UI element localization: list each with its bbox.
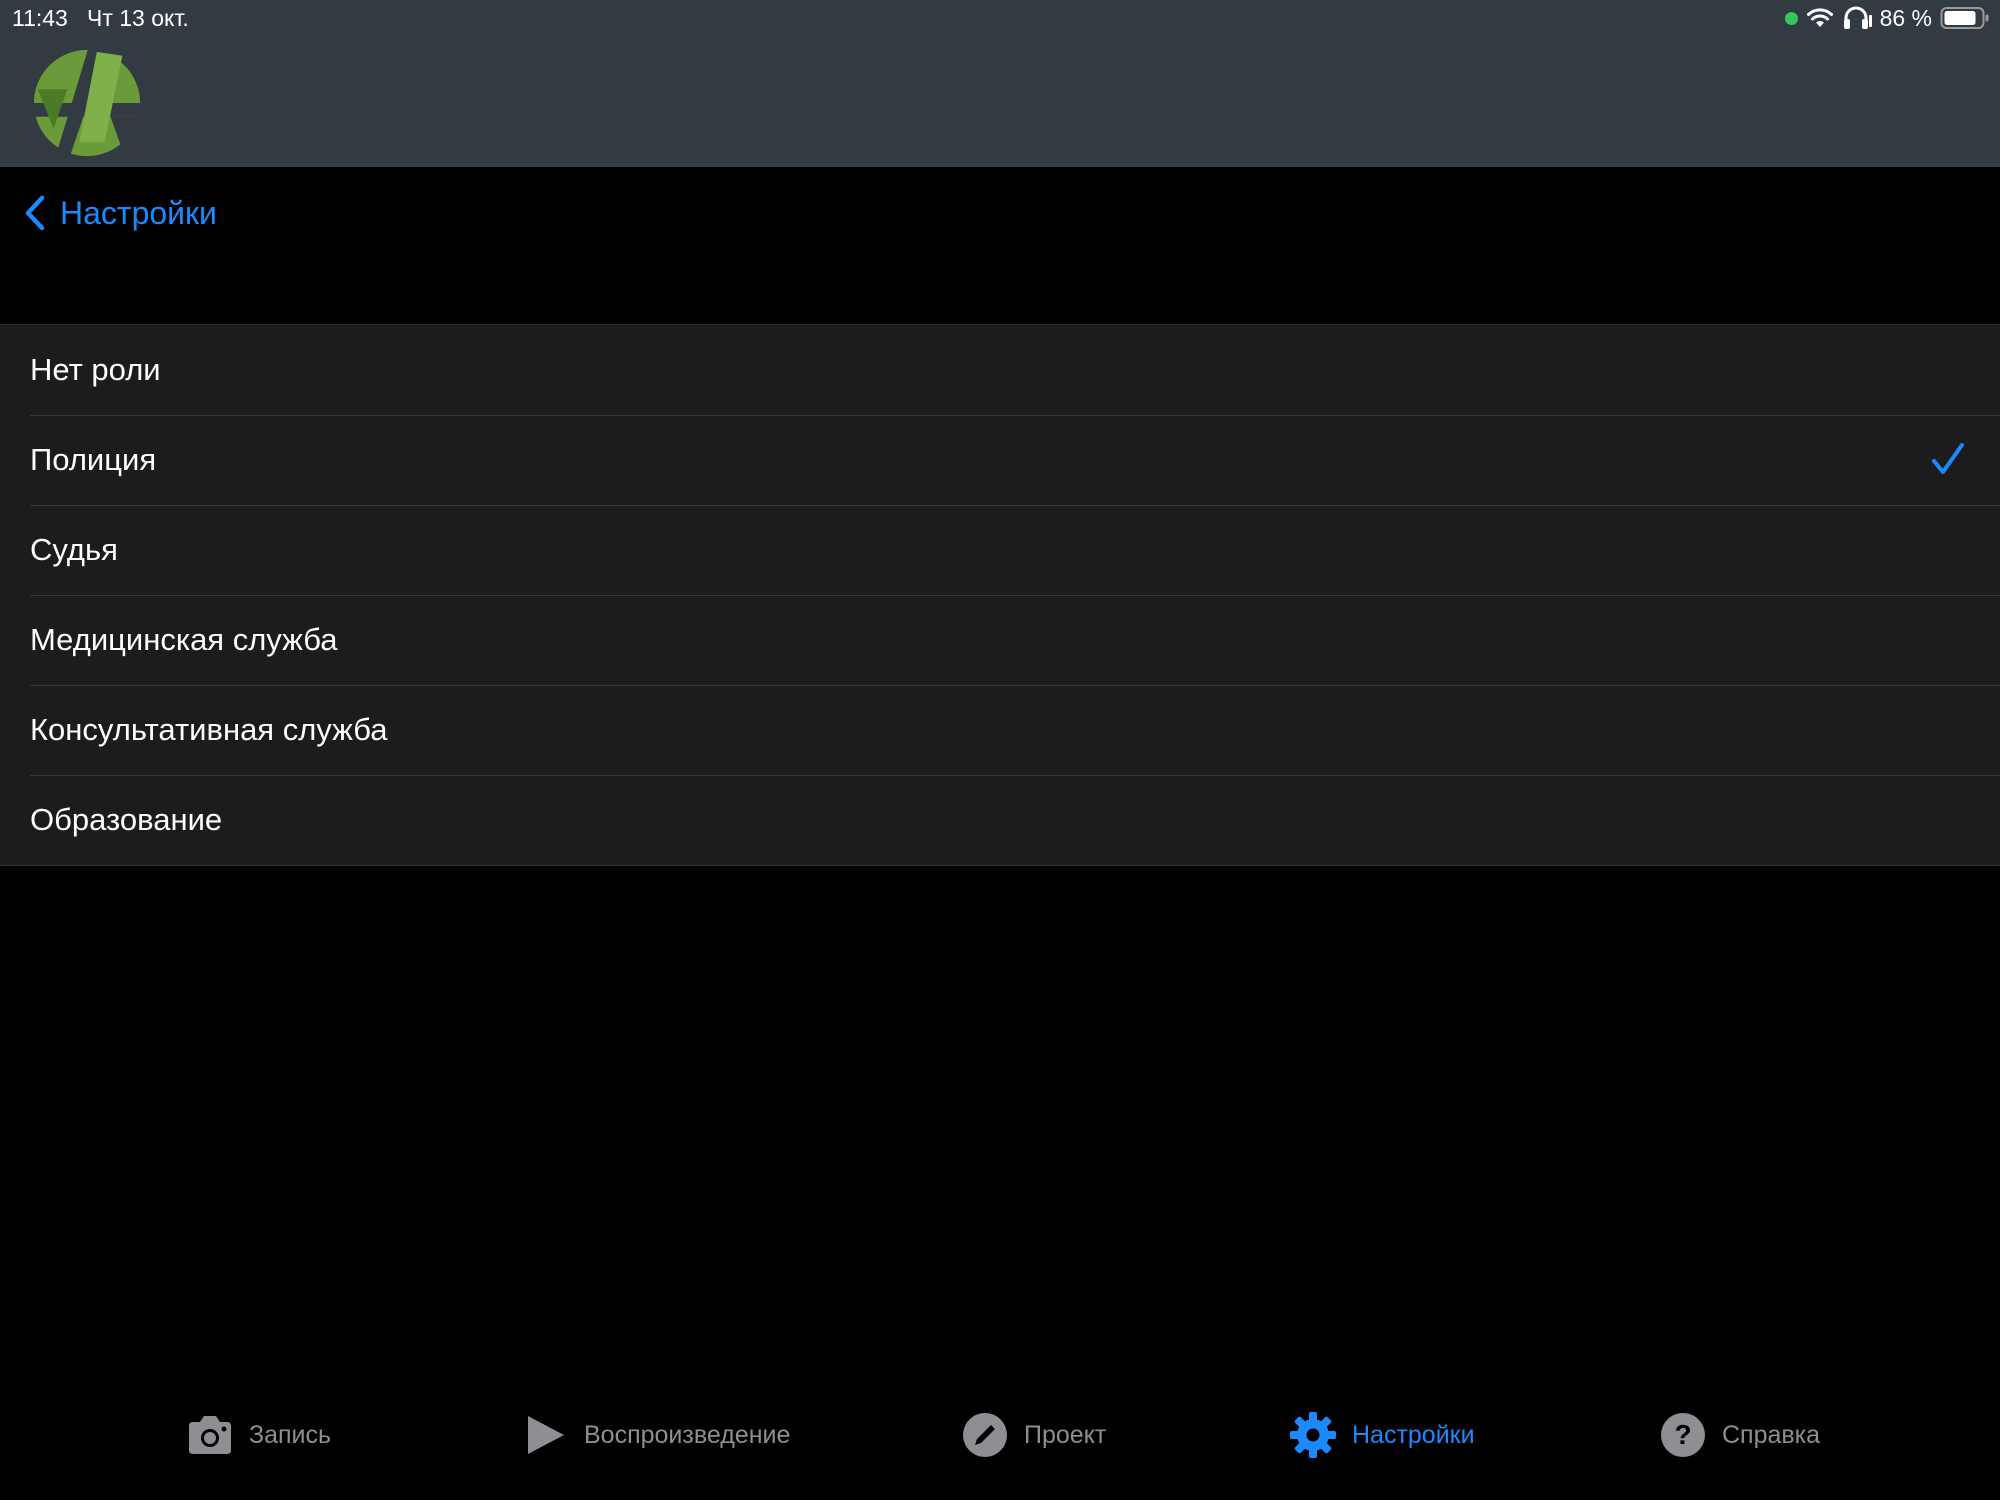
- role-row-counseling[interactable]: Консультативная служба: [0, 685, 2000, 776]
- checkmark-icon: [1932, 443, 1964, 474]
- tab-label: Воспроизведение: [584, 1420, 791, 1449]
- tab-bar: Запись Воспроизведение Проект Настройки …: [0, 1380, 2000, 1500]
- svg-text:?: ?: [1674, 1419, 1691, 1450]
- tab-settings[interactable]: Настройки: [1288, 1410, 1475, 1460]
- screen: 11:43 Чт 13 окт. 86 % Настройки Нет роли…: [0, 0, 2000, 1500]
- battery-percent: 86 %: [1879, 4, 1932, 31]
- role-label: Судья: [30, 532, 118, 567]
- role-label: Медицинская служба: [30, 622, 338, 657]
- play-icon: [528, 1416, 564, 1454]
- headphones-icon: [1843, 6, 1872, 29]
- back-label: Настройки: [60, 194, 217, 231]
- wifi-icon: [1806, 8, 1833, 27]
- back-button[interactable]: Настройки: [22, 190, 217, 236]
- mic-active-dot: [1784, 11, 1798, 25]
- role-label: Полиция: [30, 442, 157, 477]
- tab-label: Настройки: [1352, 1420, 1475, 1449]
- chevron-left-icon: [25, 195, 45, 231]
- tab-label: Проект: [1024, 1420, 1107, 1449]
- app-header: 11:43 Чт 13 окт. 86 %: [0, 0, 2000, 167]
- role-row-education[interactable]: Образование: [0, 775, 2000, 865]
- role-row-judge[interactable]: Судья: [0, 505, 2000, 596]
- tab-label: Запись: [249, 1420, 332, 1449]
- pencil-icon: [963, 1413, 1007, 1457]
- role-label: Образование: [30, 802, 223, 837]
- role-list: Нет роли Полиция Судья Медицинская служб…: [0, 324, 2000, 866]
- tab-project[interactable]: Проект: [960, 1410, 1106, 1460]
- status-indicators: 86 %: [1784, 0, 1990, 36]
- tab-label: Справка: [1722, 1420, 1821, 1449]
- tab-record[interactable]: Запись: [185, 1410, 331, 1460]
- app-logo: [31, 45, 145, 159]
- camera-icon: [189, 1416, 231, 1454]
- tab-help[interactable]: ? Справка: [1658, 1410, 1820, 1460]
- status-time: 11:43: [12, 5, 68, 31]
- role-row-none[interactable]: Нет роли: [0, 325, 2000, 416]
- battery-icon: [1940, 7, 1989, 29]
- role-label: Нет роли: [30, 352, 161, 387]
- gear-icon: [1290, 1412, 1336, 1458]
- role-row-medical[interactable]: Медицинская служба: [0, 595, 2000, 686]
- tab-playback[interactable]: Воспроизведение: [520, 1410, 790, 1460]
- status-date: Чт 13 окт.: [87, 5, 189, 31]
- role-label: Консультативная служба: [30, 712, 388, 747]
- question-icon: ?: [1661, 1413, 1705, 1457]
- role-row-police[interactable]: Полиция: [0, 415, 2000, 506]
